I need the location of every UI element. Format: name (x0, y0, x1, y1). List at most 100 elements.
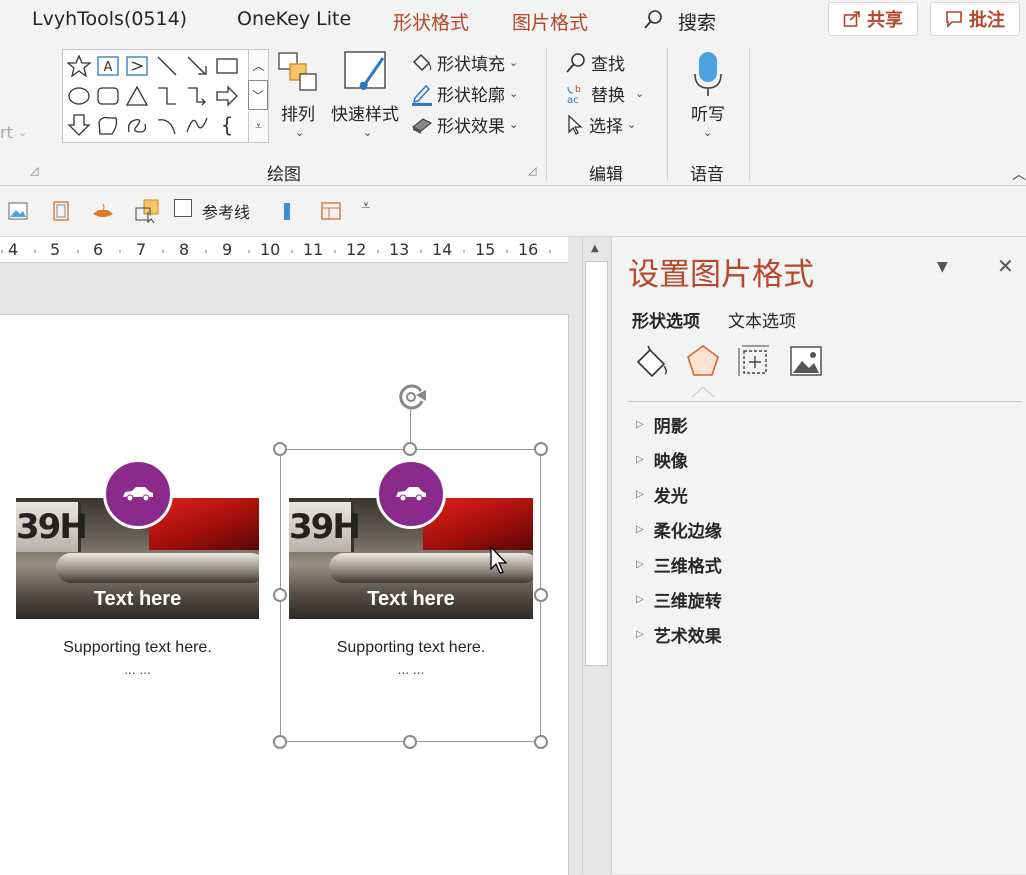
shape-outline-button[interactable]: 形状轮廓 ⌄ (411, 81, 518, 106)
line-icon[interactable] (153, 53, 181, 79)
resize-handle[interactable] (273, 442, 287, 456)
shape-effects-button[interactable]: 形状效果 ⌄ (411, 112, 518, 137)
collapse-ribbon-icon[interactable]: ︿ (1012, 164, 1026, 184)
resize-handle[interactable] (534, 735, 548, 749)
section-artistic-effects[interactable]: ▷ 艺术效果 (636, 622, 722, 647)
tab-shape-format[interactable]: 形状格式 (393, 8, 469, 35)
fill-line-icon[interactable] (634, 344, 670, 382)
rectangle-icon[interactable] (213, 53, 241, 79)
lamp-icon[interactable] (90, 200, 116, 226)
oval-icon[interactable] (65, 83, 93, 109)
arrange-icon[interactable] (278, 52, 318, 94)
search-icon[interactable] (642, 8, 666, 36)
size-properties-icon[interactable] (737, 344, 771, 382)
vertical-textbox-icon[interactable] (123, 53, 151, 79)
quick-styles-icon[interactable] (343, 50, 391, 96)
layout-icon[interactable] (320, 200, 342, 226)
picture-icon[interactable] (7, 200, 29, 226)
dialog-launcher-icon[interactable]: ◿ (528, 164, 536, 177)
resize-handle[interactable] (534, 442, 548, 456)
star-shape-icon[interactable] (65, 53, 93, 79)
gallery-more-icon[interactable]: ⩡ (248, 111, 268, 142)
chevron-down-icon[interactable]: ⌄ (703, 126, 712, 139)
down-arrow-icon[interactable] (65, 112, 93, 138)
share-button[interactable]: 共享 (828, 2, 918, 36)
picture-icon[interactable] (789, 344, 823, 382)
shape-fill-button[interactable]: 形状填充 ⌄ (411, 50, 518, 75)
tab-lvyhtools[interactable]: LvyhTools(0514) (32, 8, 187, 30)
frame-icon[interactable] (50, 200, 72, 226)
pane-divider (628, 401, 1022, 402)
tab-text-options[interactable]: 文本选项 (728, 307, 796, 332)
freeform-icon[interactable] (94, 112, 122, 138)
select-button[interactable]: 选择 ⌄ (565, 112, 636, 137)
find-button[interactable]: 查找 (565, 50, 625, 75)
scroll-thumb[interactable] (585, 261, 608, 666)
scribble-icon[interactable] (123, 112, 151, 138)
rounded-rectangle-icon[interactable] (94, 83, 122, 109)
textbox-icon[interactable]: A (94, 53, 122, 79)
gallery-scroll-up-icon[interactable]: ︿ (248, 50, 268, 80)
guides-label[interactable]: 参考线 (202, 199, 250, 223)
tab-onekey-lite[interactable]: OneKey Lite (237, 8, 351, 30)
comment-button[interactable]: 批注 (930, 2, 1020, 36)
curve-icon[interactable] (183, 112, 211, 138)
selection-frame[interactable] (280, 449, 541, 742)
elbow-connector-icon[interactable] (153, 83, 181, 109)
section-3d-rotation[interactable]: ▷ 三维旋转 (636, 587, 722, 612)
group-label-editing: 编辑 (589, 165, 623, 185)
resize-handle[interactable] (273, 588, 287, 602)
guides-checkbox[interactable] (174, 199, 192, 217)
resize-handle[interactable] (403, 442, 417, 456)
arc-icon[interactable] (153, 112, 181, 138)
chevron-down-icon[interactable]: ⌄ (295, 126, 304, 139)
quick-styles-label[interactable]: 快速样式 (331, 100, 399, 125)
chevron-down-icon[interactable]: ⌄ (18, 126, 27, 139)
card-title[interactable]: Text here (16, 588, 259, 611)
scroll-up-icon[interactable]: ▲ (591, 243, 599, 254)
brace-icon[interactable]: { (213, 112, 241, 138)
elbow-arrow-icon[interactable] (183, 83, 211, 109)
slide[interactable]: 39H Text here Supporting text here. ... … (0, 314, 569, 875)
dialog-launcher-icon[interactable]: ◿ (30, 164, 38, 177)
dictate-label[interactable]: 听写 (691, 100, 725, 125)
rotate-icon[interactable] (395, 381, 429, 417)
replace-button[interactable]: b ac 替换 ⌄ (565, 81, 644, 107)
right-arrow-icon[interactable] (213, 83, 241, 109)
section-label: 柔化边缘 (653, 522, 722, 542)
horizontal-ruler[interactable]: 4 5 6 7 8 9 10 11 12 13 14 15 16 (0, 237, 568, 263)
customize-qat-icon[interactable]: ⩡ (362, 198, 370, 214)
resize-handle[interactable] (273, 735, 287, 749)
chevron-down-icon[interactable]: ⌄ (363, 126, 372, 139)
vertical-scrollbar[interactable]: ▲ (582, 237, 611, 874)
resize-handle[interactable] (403, 735, 417, 749)
arrange-label[interactable]: 排列 (281, 100, 315, 125)
microphone-icon[interactable] (692, 50, 724, 98)
ribbon-tab-row: LvyhTools(0514) OneKey Lite 形状格式 图片格式 搜索… (0, 0, 1026, 40)
section-shadow[interactable]: ▷ 阴影 (636, 412, 688, 437)
car-badge[interactable] (103, 459, 173, 529)
triangle-icon[interactable] (123, 83, 151, 109)
select-objects-icon[interactable] (134, 198, 160, 228)
section-soft-edges[interactable]: ▷ 柔化边缘 (636, 517, 722, 542)
resize-handle[interactable] (534, 588, 548, 602)
search-box[interactable]: 搜索 (678, 8, 716, 35)
expand-icon: ▷ (636, 489, 644, 500)
arrow-line-icon[interactable] (183, 53, 211, 79)
shapes-gallery[interactable]: A { ︿ ﹀ ⩡ (62, 49, 269, 143)
section-glow[interactable]: ▷ 发光 (636, 482, 688, 507)
gallery-scroll-down-icon[interactable]: ﹀ (248, 80, 268, 110)
expand-icon: ▷ (636, 559, 644, 570)
supporting-text[interactable]: Supporting text here. (16, 639, 259, 657)
tab-picture-format[interactable]: 图片格式 (512, 8, 588, 35)
effects-pentagon-icon[interactable] (686, 344, 720, 382)
section-3d-format[interactable]: ▷ 三维格式 (636, 552, 722, 577)
section-label: 阴影 (653, 417, 688, 437)
section-reflection[interactable]: ▷ 映像 (636, 447, 688, 472)
cursor-arrow-icon (568, 114, 583, 135)
tab-shape-options[interactable]: 形状选项 (632, 307, 700, 332)
expand-icon: ▷ (636, 594, 644, 605)
close-icon[interactable]: ✕ (997, 254, 1014, 278)
pane-options-icon[interactable]: ▼ (937, 259, 948, 275)
color-bar-icon[interactable] (284, 203, 290, 220)
